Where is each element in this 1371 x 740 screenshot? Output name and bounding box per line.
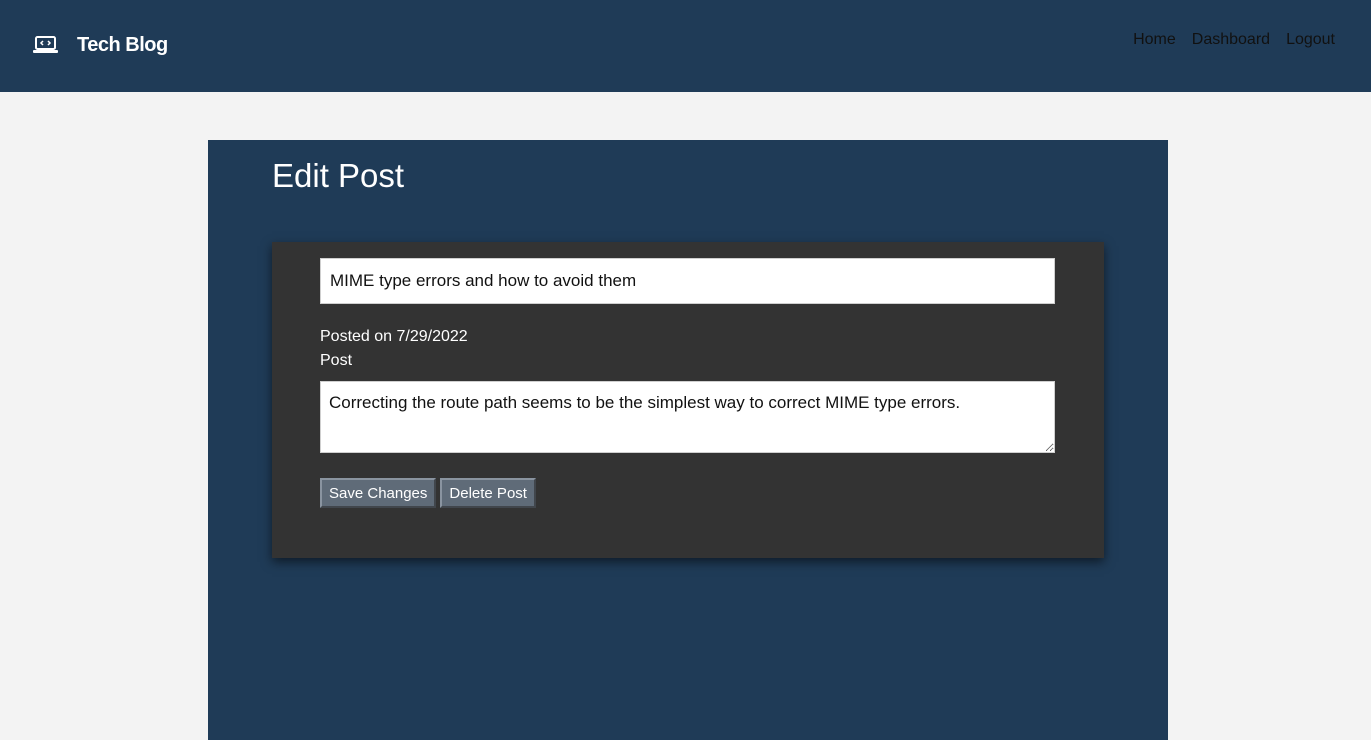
edit-post-card: Posted on 7/29/2022 Post Correcting the … [272,242,1104,558]
post-body-label: Post [320,352,353,369]
site-header: Tech Blog Home Dashboard Logout [0,0,1371,92]
posted-date: Posted on 7/29/2022 [320,328,468,345]
post-title-input[interactable] [320,258,1055,304]
main-panel: Edit Post Posted on 7/29/2022 Post Corre… [208,140,1168,740]
nav-dashboard-link[interactable]: Dashboard [1192,29,1270,51]
post-body-textarea[interactable]: Correcting the route path seems to be th… [320,381,1055,453]
nav-home-link[interactable]: Home [1133,29,1176,51]
page-title: Edit Post [272,157,405,194]
nav-logout-link[interactable]: Logout [1286,29,1335,51]
form-actions: Save Changes Delete Post [320,478,536,508]
main-nav: Home Dashboard Logout [1133,29,1335,51]
delete-post-button[interactable]: Delete Post [440,478,536,508]
save-changes-button[interactable]: Save Changes [320,478,437,508]
laptop-code-icon [33,35,58,55]
brand[interactable]: Tech Blog [33,31,168,59]
brand-title: Tech Blog [77,33,168,56]
